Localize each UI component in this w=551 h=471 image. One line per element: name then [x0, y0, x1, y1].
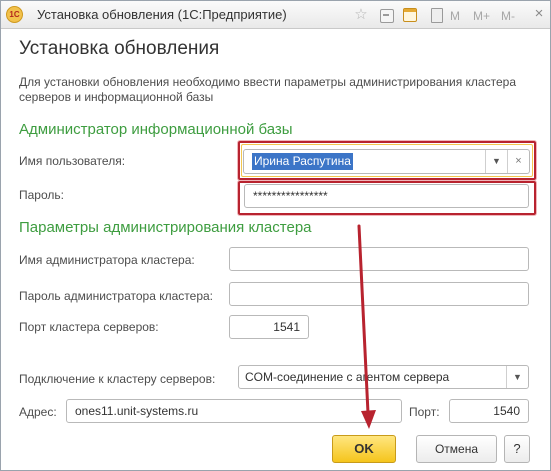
calendar-icon[interactable] [400, 5, 420, 25]
password-label: Пароль: [19, 188, 64, 202]
update-dialog-window: 1С Установка обновления (1С:Предприятие)… [0, 0, 551, 471]
star-icon[interactable]: ☆ [351, 5, 371, 25]
infobase-admin-section-title: Администратор информационной базы [19, 121, 293, 138]
cluster-admin-password-label: Пароль администратора кластера: [19, 289, 214, 303]
cluster-connection-select[interactable]: COM-соединение с агентом сервера ▼ [238, 365, 529, 389]
username-combobox[interactable]: Ирина Распутина ▼ × [243, 149, 530, 174]
port-input[interactable]: 1540 [449, 399, 529, 423]
cluster-connection-label: Подключение к кластеру серверов: [19, 372, 216, 386]
window-title: Установка обновления (1С:Предприятие) [37, 7, 287, 22]
address-label: Адрес: [19, 405, 57, 419]
link-icon[interactable] [376, 5, 396, 25]
cluster-admin-name-label: Имя администратора кластера: [19, 253, 195, 267]
cluster-port-label: Порт кластера серверов: [19, 320, 159, 334]
cluster-admin-name-input[interactable] [229, 247, 529, 271]
close-icon[interactable]: × [530, 5, 548, 23]
password-input[interactable]: **************** [244, 184, 529, 208]
chevron-down-icon[interactable]: ▼ [485, 150, 507, 173]
cluster-admin-section-title: Параметры администрирования кластера [19, 219, 312, 236]
username-label: Имя пользователя: [19, 154, 126, 168]
chevron-down-icon[interactable]: ▼ [506, 366, 528, 388]
username-value: Ирина Распутина [252, 153, 353, 170]
port-label: Порт: [409, 405, 440, 419]
cluster-connection-value: COM-соединение с агентом сервера [245, 370, 450, 384]
cluster-port-input[interactable]: 1541 [229, 315, 309, 339]
ok-button[interactable]: OK [332, 435, 396, 463]
memory-minus-button[interactable]: M- [501, 6, 515, 26]
calculator-icon[interactable] [427, 5, 447, 25]
help-button[interactable]: ? [504, 435, 530, 463]
cluster-admin-password-input[interactable] [229, 282, 529, 306]
cancel-button[interactable]: Отмена [416, 435, 497, 463]
app-logo-icon: 1С [6, 6, 23, 23]
dialog-description: Для установки обновления необходимо ввес… [19, 75, 516, 104]
address-input[interactable]: ones11.unit-systems.ru [66, 399, 402, 423]
memory-button[interactable]: M [450, 6, 460, 26]
title-bar: 1С Установка обновления (1С:Предприятие)… [1, 1, 550, 29]
dialog-title: Установка обновления [19, 38, 220, 59]
memory-plus-button[interactable]: M+ [473, 6, 490, 26]
clear-icon[interactable]: × [507, 150, 529, 173]
